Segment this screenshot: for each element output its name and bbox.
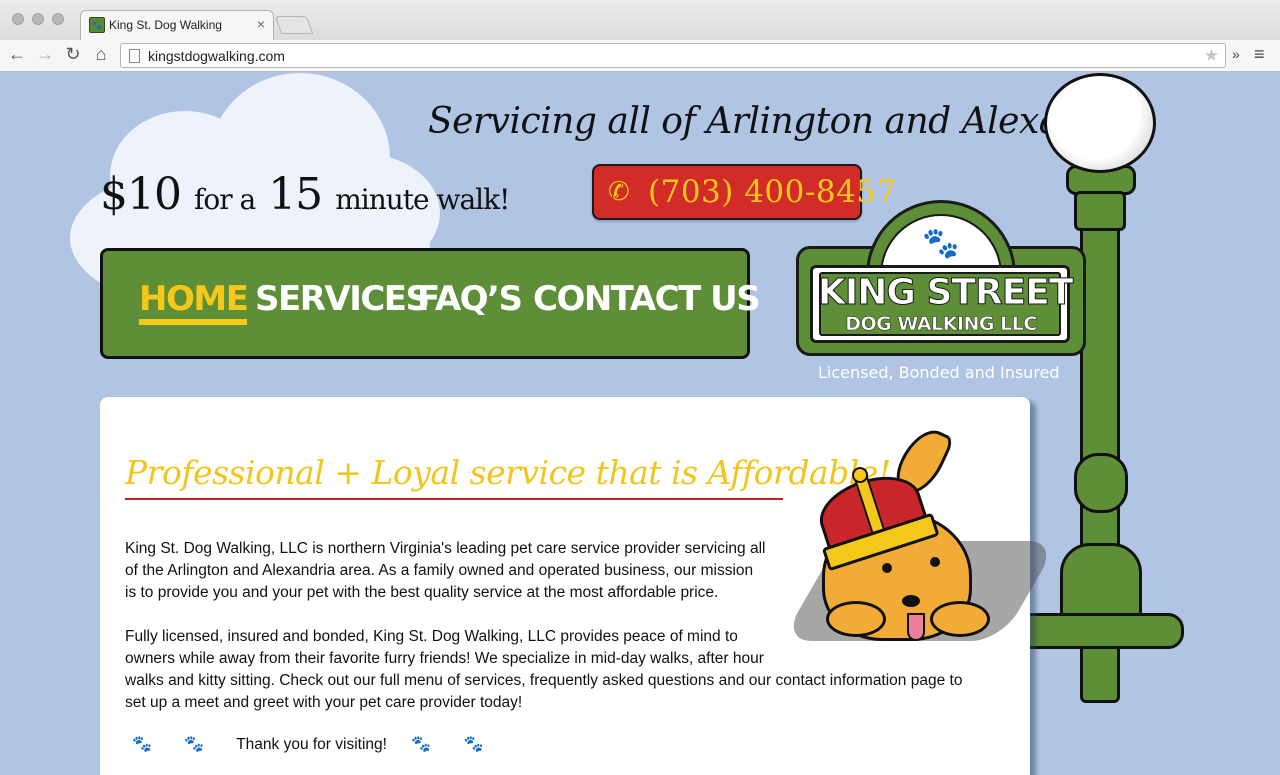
tab-title: King St. Dog Walking bbox=[109, 18, 222, 32]
paw-icon: 🐾 bbox=[132, 736, 152, 753]
logo-subtitle: DOG WALKING LLC bbox=[845, 313, 1038, 336]
browser-tab-strip: 🐾 King St. Dog Walking × bbox=[0, 0, 1280, 40]
logo-title: KING STREET bbox=[818, 272, 1074, 314]
paragraph-line: walks and kitty sitting. Check out our f… bbox=[125, 672, 963, 689]
thanks-text: Thank you for visiting! bbox=[236, 736, 387, 753]
tab-close-icon[interactable]: × bbox=[257, 16, 265, 32]
phone-number: (703) 400-8457 bbox=[648, 174, 897, 210]
close-window-button[interactable] bbox=[12, 13, 24, 25]
browser-tab[interactable]: 🐾 King St. Dog Walking × bbox=[80, 10, 274, 40]
phone-button[interactable]: ✆ (703) 400-8457 bbox=[592, 164, 896, 220]
dog-paw-right bbox=[930, 601, 990, 637]
page-viewport: $10 for a 15 minute walk! Servicing all … bbox=[0, 73, 1280, 775]
price-minutes: 15 bbox=[268, 169, 323, 220]
address-bar[interactable]: kingstdogwalking.com ★ bbox=[120, 43, 1226, 68]
price-tagline: $10 for a 15 minute walk! bbox=[100, 169, 510, 220]
extensions-chevron-icon[interactable]: » bbox=[1232, 46, 1240, 62]
lamp-globe bbox=[1044, 73, 1156, 173]
url-text[interactable]: kingstdogwalking.com bbox=[148, 48, 285, 64]
paw-icon: 🐾 bbox=[922, 227, 960, 260]
browser-toolbar: ← → ↻ ⌂ kingstdogwalking.com ★ » ≡ bbox=[0, 40, 1280, 72]
dog-tongue bbox=[907, 613, 925, 641]
paragraph-line: set up a meet and greet with your pet ca… bbox=[125, 694, 523, 711]
nav-faqs[interactable]: FAQ’S bbox=[417, 279, 523, 319]
main-nav: HOME SERVICES FAQ’S CONTACT US bbox=[100, 248, 761, 359]
intro-paragraph: King St. Dog Walking, LLC is northern Vi… bbox=[125, 538, 766, 604]
menu-icon[interactable]: ≡ bbox=[1254, 44, 1265, 65]
lamp-post-base bbox=[1016, 613, 1184, 649]
minimize-window-button[interactable] bbox=[32, 13, 44, 25]
service-area-heading: Servicing all of Arlington and Alexandri… bbox=[428, 101, 1154, 142]
thanks-row: 🐾 🐾 Thank you for visiting! 🐾 🐾 bbox=[132, 734, 511, 754]
nav-contact-us[interactable]: CONTACT US bbox=[533, 279, 761, 319]
price-unit: minute walk! bbox=[335, 183, 510, 216]
back-arrow-icon[interactable]: ← bbox=[6, 44, 28, 65]
paragraph-line: King St. Dog Walking, LLC is northern Vi… bbox=[125, 540, 766, 557]
dog-nose bbox=[902, 595, 920, 607]
paw-icon: 🐾 bbox=[184, 736, 205, 753]
paragraph-line: is to provide you and your pet with the … bbox=[125, 584, 719, 601]
content-headline: Professional + Loyal service that is Aff… bbox=[125, 453, 891, 500]
star-icon[interactable]: ★ bbox=[1204, 46, 1219, 66]
paragraph-line: of the Arlington and Alexandria area. As… bbox=[125, 562, 754, 579]
dog-eye bbox=[882, 563, 892, 573]
price-amount: $10 bbox=[100, 169, 182, 220]
paw-icon: 🐾 bbox=[463, 736, 484, 753]
licensed-tagline: Licensed, Bonded and Insured bbox=[818, 363, 1060, 382]
dog-eye bbox=[930, 557, 940, 567]
phone-icon: ✆ bbox=[608, 176, 630, 206]
new-tab-button[interactable] bbox=[274, 16, 314, 34]
lamp-post-ring bbox=[1074, 453, 1128, 513]
lamp-post-neck bbox=[1074, 191, 1126, 231]
dog-paw-left bbox=[826, 601, 886, 637]
paw-icon: 🐾 bbox=[411, 736, 432, 753]
favicon-icon: 🐾 bbox=[89, 17, 105, 33]
page-icon bbox=[129, 49, 140, 63]
paragraph-line: owners while away from their favorite fu… bbox=[125, 650, 764, 667]
nav-services[interactable]: SERVICES bbox=[255, 279, 430, 319]
zoom-window-button[interactable] bbox=[52, 13, 64, 25]
forward-arrow-icon[interactable]: → bbox=[34, 44, 56, 65]
nav-home[interactable]: HOME bbox=[139, 279, 249, 325]
reload-icon[interactable]: ↻ bbox=[62, 44, 84, 65]
price-for: for a bbox=[193, 183, 256, 216]
home-icon[interactable]: ⌂ bbox=[90, 44, 112, 65]
